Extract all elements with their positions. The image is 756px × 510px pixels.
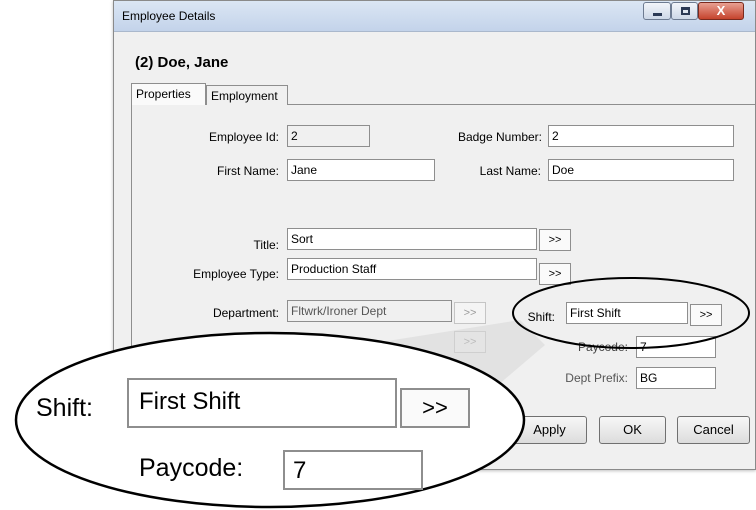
zoom-shift-label: Shift: [36, 394, 93, 422]
zoom-shift-picker: >> [400, 388, 470, 428]
magnifier-bubble: Shift: First Shift >> Paycode: 7 [8, 330, 526, 510]
zoom-shift-field: First Shift [127, 378, 397, 428]
zoom-paycode-label: Paycode: [139, 454, 244, 482]
zoom-paycode-field: 7 [283, 450, 423, 490]
callout-ring [512, 277, 750, 349]
